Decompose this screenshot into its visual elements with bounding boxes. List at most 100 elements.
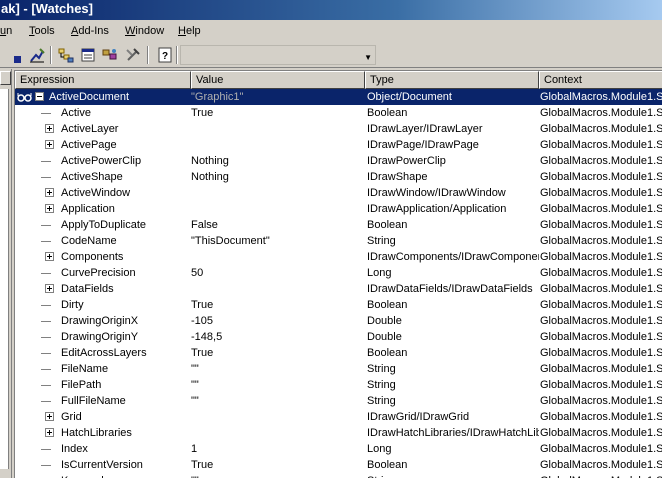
expand-icon[interactable] [45,252,54,261]
watch-type: IDrawDataFields/IDrawDataFields [367,283,533,295]
expand-icon[interactable] [45,412,54,421]
watch-value [191,185,363,201]
watch-expression-cell: Application [15,201,190,217]
watch-expression: DrawingOriginX [61,315,139,327]
pane-button[interactable] [0,71,11,85]
watch-row[interactable]: FileName "" String GlobalMacros.Module1.Sh [15,361,662,377]
toolbar-separator [147,46,149,64]
help-icon[interactable]: ? [156,46,174,64]
watch-value: True [191,459,214,471]
watch-expression-cell: Dirty [15,297,190,313]
watch-row[interactable]: ActivePowerClip Nothing IDrawPowerClip Glob… [15,153,662,169]
project-explorer-icon[interactable] [57,46,75,64]
menu-item-run[interactable]: un [0,25,12,37]
watch-expression: ApplyToDuplicate [61,219,146,231]
watch-value: -105 [191,315,214,327]
chevron-down-icon[interactable]: ▼ [364,53,372,62]
column-header-context[interactable]: Context [539,71,662,89]
properties-icon[interactable] [79,46,97,64]
object-browser-icon[interactable] [101,46,119,64]
watch-context: GlobalMacros.Module1.Sh [540,91,662,103]
tree-connector [41,113,51,114]
column-header-type[interactable]: Type [365,71,539,89]
column-header-expression[interactable]: Expression [15,71,191,89]
watch-expression: ActiveWindow [61,187,131,199]
watch-row[interactable]: ActiveLayer IDrawLayer/IDrawLayer GlobalMa… [15,121,662,137]
watch-row[interactable]: ApplyToDuplicate False Boolean GlobalMacros… [15,217,662,233]
watch-type: Double [367,331,402,343]
tree-connector [41,465,51,466]
watch-row[interactable]: Application IDrawApplication/Application G… [15,201,662,217]
column-header-value[interactable]: Value [191,71,365,89]
watch-row[interactable]: CodeName "ThisDocument" String GlobalMacros… [15,233,662,249]
watch-row[interactable]: FilePath "" String GlobalMacros.Module1.Sh [15,377,662,393]
watch-expression-cell: FileName [15,361,190,377]
watch-row[interactable]: EditAcrossLayers True Boolean GlobalMacros.… [15,345,662,361]
watch-value: Nothing [191,155,229,167]
watch-value: "ThisDocument" [191,235,270,247]
stop-icon[interactable] [10,46,28,64]
watch-value: False [191,219,218,231]
watch-expression-cell: Grid [15,409,190,425]
tree-connector [41,369,51,370]
watch-row[interactable]: ActiveDocument "Graphic1" Object/Document G… [15,89,662,105]
tree-connector [41,337,51,338]
watch-expression: ActiveDocument [49,91,130,103]
menu-item-tools[interactable]: Tools [29,25,55,37]
watch-expression-cell: Keywords [15,473,190,478]
watch-type: IDrawComponents/IDrawComponen [367,251,539,263]
watch-expression: Keywords [61,473,109,478]
watch-expression: FileName [61,363,109,375]
collapse-icon[interactable] [35,92,44,101]
expand-icon[interactable] [45,284,54,293]
watch-context: GlobalMacros.Module1.Sh [540,459,662,471]
expand-icon[interactable] [45,140,54,149]
watch-row[interactable]: DataFields IDrawDataFields/IDrawDataField… [15,281,662,297]
watch-row[interactable]: ActiveShape Nothing IDrawShape GlobalMacros… [15,169,662,185]
watch-row[interactable]: CurvePrecision 50 Long GlobalMacros.Module1… [15,265,662,281]
watch-value: 1 [191,443,198,455]
watch-row[interactable]: Components IDrawComponents/IDrawComponen G… [15,249,662,265]
menu-item-window[interactable]: Window [125,25,164,37]
watch-row[interactable]: FullFileName "" String GlobalMacros.Module1… [15,393,662,409]
watch-expression: HatchLibraries [61,427,132,439]
watch-context: GlobalMacros.Module1.Sh [540,123,662,135]
watches-pane: Expression Value Type Context ActiveDocu… [14,70,662,478]
toolbox-icon[interactable] [124,46,142,64]
watch-expression-cell: HatchLibraries [15,425,190,441]
watch-row[interactable]: Index 1 Long GlobalMacros.Module1.Sh [15,441,662,457]
expand-icon[interactable] [45,204,54,213]
watch-row[interactable]: Keywords "" StringGlobalMacros.Module1.Sh [15,473,662,478]
watch-expression: ActiveLayer [61,123,119,135]
watch-row[interactable]: DrawingOriginX -105 Double GlobalMacros.Mod… [15,313,662,329]
tree-connector [41,161,51,162]
expand-icon[interactable] [45,188,54,197]
watch-context: GlobalMacros.Module1.Sh [540,411,662,423]
tree-connector [41,241,51,242]
watch-row[interactable]: Grid IDrawGrid/IDrawGrid GlobalMacros.Modu… [15,409,662,425]
watch-row[interactable]: ActivePage IDrawPage/IDrawPage GlobalMacro… [15,137,662,153]
procedure-combo[interactable]: ▼ [180,45,376,65]
watch-row[interactable]: Dirty True Boolean GlobalMacros.Module1.Sh [15,297,662,313]
expand-icon[interactable] [45,428,54,437]
watch-expression-cell: ApplyToDuplicate [15,217,190,233]
watch-row[interactable]: Active True Boolean GlobalMacros.Module1.Sh [15,105,662,121]
watch-row[interactable]: ActiveWindow IDrawWindow/IDrawWindow Globa… [15,185,662,201]
watch-context: GlobalMacros.Module1.Sh [540,473,662,478]
watch-type: Boolean [367,107,408,119]
watch-context: GlobalMacros.Module1.Sh [540,443,662,455]
menu-item-add-ins[interactable]: Add-Ins [71,25,109,37]
watch-type: IDrawPage/IDrawPage [367,139,479,151]
watch-row[interactable]: HatchLibraries IDrawHatchLibraries/IDrawH… [15,425,662,441]
watch-row[interactable]: IsCurrentVersion True Boolean GlobalMacros.… [15,457,662,473]
tree-connector [41,401,51,402]
design-mode-icon[interactable] [28,46,46,64]
menu-item-help[interactable]: Help [178,25,201,37]
watch-type: Boolean [367,299,408,311]
toolbar-separator [50,46,52,64]
tree-connector [41,273,51,274]
watch-value: True [191,299,214,311]
watch-row[interactable]: DrawingOriginY -148,5 Double GlobalMacros.M… [15,329,662,345]
left-pane-edge [0,69,12,478]
expand-icon[interactable] [45,124,54,133]
